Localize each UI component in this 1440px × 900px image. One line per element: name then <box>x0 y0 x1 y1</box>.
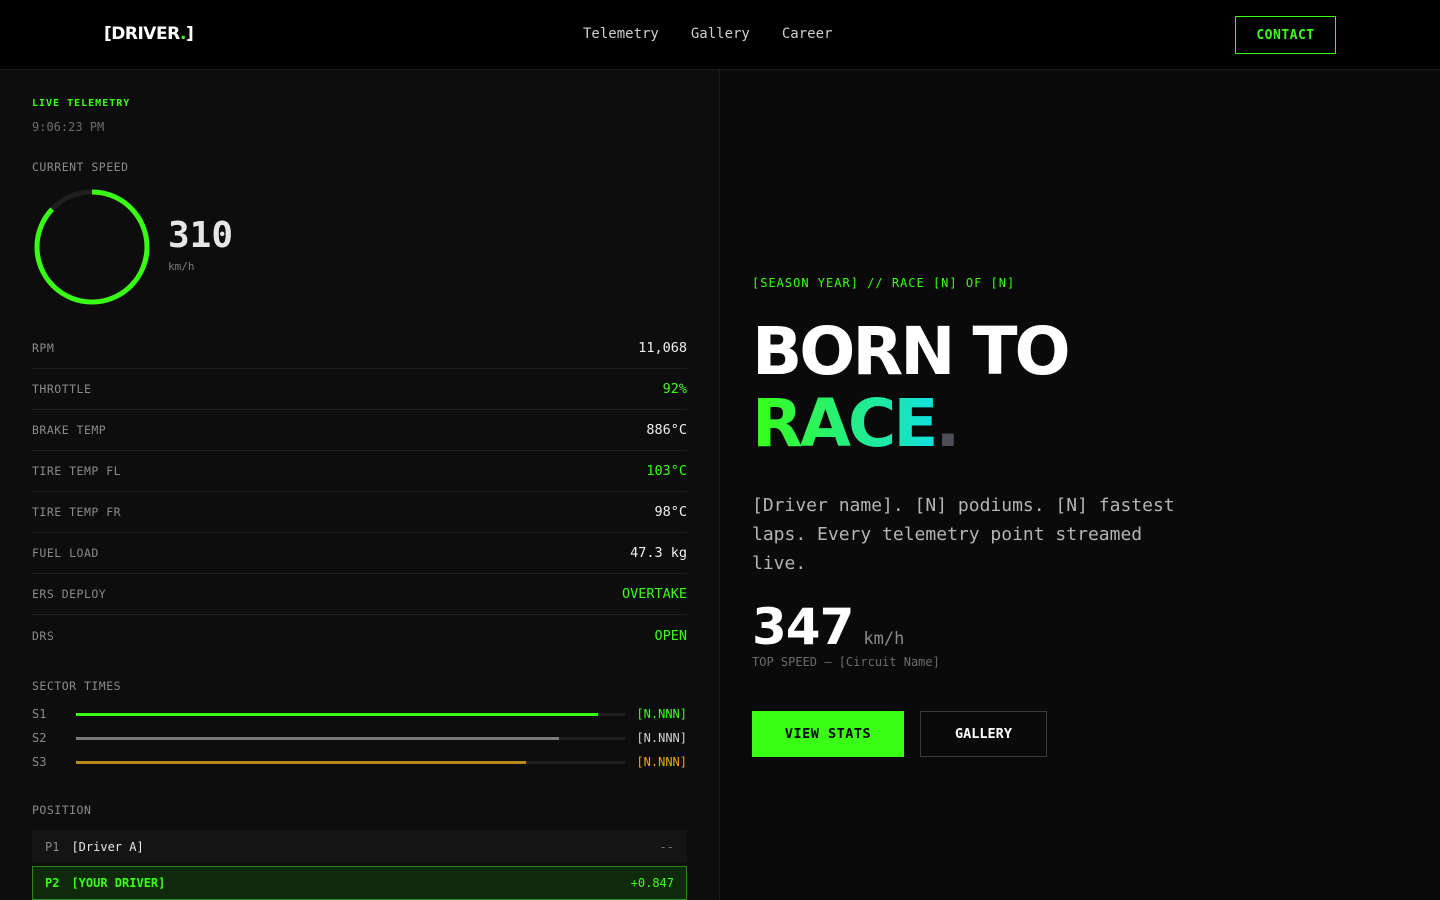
metric-label: THROTTLE <box>32 382 92 396</box>
metric-value: 47.3 kg <box>630 545 687 561</box>
sector-bar-track <box>76 760 625 764</box>
metric-value: 98°C <box>654 504 687 520</box>
sector-name: S1 <box>32 707 47 721</box>
view-stats-button[interactable]: VIEW STATS <box>752 711 904 757</box>
driver-name: [YOUR DRIVER] <box>71 876 166 890</box>
metric-value: 103°C <box>646 463 687 479</box>
hero-headline: BORN TO RACE. <box>752 313 1071 462</box>
metric-row-fuel-load: FUEL LOAD 47.3 kg <box>32 533 687 574</box>
logo[interactable]: [DRIVER.] <box>104 24 194 44</box>
metric-label: TIRE TEMP FR <box>32 505 122 519</box>
top-speed-caption: TOP SPEED — [Circuit Name] <box>752 655 940 669</box>
top-speed-unit: km/h <box>863 629 905 649</box>
metric-row-tire-temp-fl: TIRE TEMP FL 103°C <box>32 451 687 492</box>
sector-time: [N.NNN] <box>636 755 687 769</box>
sector-time: [N.NNN] <box>636 707 687 721</box>
sector-name: S3 <box>32 755 47 769</box>
sector-bar-fill <box>76 712 598 716</box>
metric-row-ers-deploy: ERS DEPLOY OVERTAKE <box>32 574 687 615</box>
position-number: P2 <box>45 876 60 890</box>
metric-label: TIRE TEMP FL <box>32 464 122 478</box>
position-number: P1 <box>45 839 60 854</box>
sector-row: S2 [N.NNN] <box>32 726 687 750</box>
headline-line1: BORN TO <box>752 313 1071 390</box>
current-speed-label: CURRENT SPEED <box>32 160 129 174</box>
logo-text: [DRIVER <box>104 24 180 44</box>
metric-row-brake-temp: BRAKE TEMP 886°C <box>32 410 687 451</box>
metric-row-rpm: RPM 11,068 <box>32 328 687 369</box>
metric-row-throttle: THROTTLE 92% <box>32 369 687 410</box>
position-row: P1 [Driver A] -- <box>32 830 687 863</box>
sector-name: S2 <box>32 731 47 745</box>
sector-row: S3 [N.NNN] <box>32 750 687 774</box>
headline-period: . <box>935 385 960 462</box>
metric-label: ERS DEPLOY <box>32 587 107 601</box>
speed-gauge <box>34 189 150 305</box>
hero-description: [Driver name]. [N] podiums. [N] fastest … <box>752 495 1175 574</box>
season-tag: [SEASON YEAR] // RACE [N] OF [N] <box>752 276 1016 290</box>
metric-label: BRAKE TEMP <box>32 423 107 437</box>
metric-row-tire-temp-fr: TIRE TEMP FR 98°C <box>32 492 687 533</box>
metric-label: RPM <box>32 341 55 355</box>
sector-times: S1 [N.NNN] S2 [N.NNN] S3 [N.NNN] <box>32 702 687 774</box>
metric-value: 92% <box>662 381 687 397</box>
live-telemetry-title: LIVE TELEMETRY <box>32 98 131 109</box>
metric-value: 11,068 <box>638 340 687 356</box>
metric-label: DRS <box>32 628 55 643</box>
telemetry-panel: LIVE TELEMETRY 9:06:23 PM CURRENT SPEED … <box>0 70 720 900</box>
sector-bar-fill <box>76 736 560 740</box>
position-label: POSITION <box>32 803 92 817</box>
sector-row: S1 [N.NNN] <box>32 702 687 726</box>
top-speed: 347 km/h <box>752 598 904 656</box>
headline-line2: RACE <box>752 385 938 462</box>
metrics-list: RPM 11,068 THROTTLE 92% BRAKE TEMP 886°C TI… <box>32 328 687 656</box>
contact-button[interactable]: CONTACT <box>1235 16 1336 54</box>
telemetry-clock: 9:06:23 PM <box>32 120 105 134</box>
gallery-button[interactable]: GALLERY <box>920 711 1047 757</box>
gap-value: -- <box>659 839 674 854</box>
sector-times-label: SECTOR TIMES <box>32 679 122 693</box>
logo-bracket: ] <box>185 24 194 44</box>
sector-bar-fill <box>76 760 527 764</box>
top-speed-value: 347 <box>752 598 854 656</box>
metric-value: OPEN <box>654 627 687 644</box>
current-speed-value: 310 <box>168 215 234 256</box>
driver-name: [Driver A] <box>71 839 144 854</box>
sector-bar-track <box>76 736 625 740</box>
gap-value: +0.847 <box>630 876 674 890</box>
nav-gallery[interactable]: Gallery <box>691 26 750 42</box>
position-row-highlight: P2 [YOUR DRIVER] +0.847 <box>32 866 687 900</box>
sector-time: [N.NNN] <box>636 731 687 745</box>
nav-telemetry[interactable]: Telemetry <box>583 26 659 42</box>
site-header: [DRIVER.] Telemetry Gallery Career CONTA… <box>0 0 1440 70</box>
metric-value: 886°C <box>646 422 687 438</box>
sector-bar-track <box>76 712 625 716</box>
metric-value: OVERTAKE <box>621 586 687 602</box>
metric-row-drs: DRS OPEN <box>32 615 687 656</box>
main-nav: Telemetry Gallery Career <box>583 26 832 42</box>
nav-career[interactable]: Career <box>782 26 833 42</box>
metric-label: FUEL LOAD <box>32 546 99 560</box>
current-speed-unit: km/h <box>168 260 195 273</box>
